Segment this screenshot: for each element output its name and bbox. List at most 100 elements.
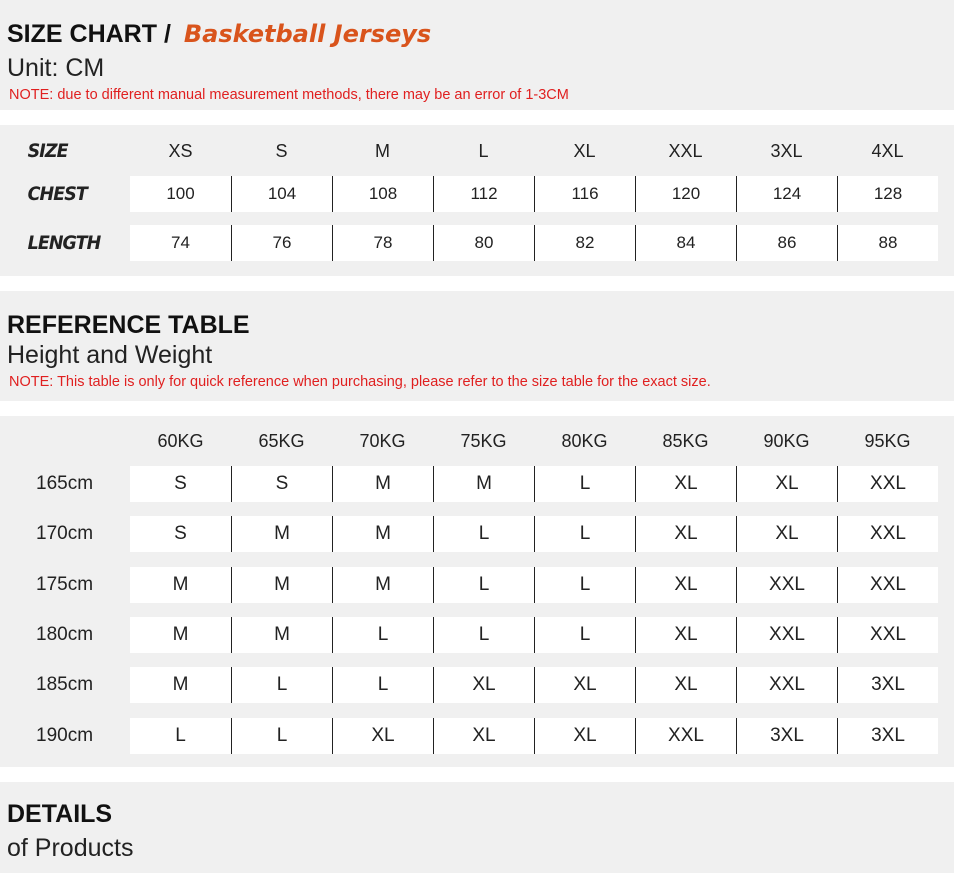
size-recommendation-cell: XXL	[837, 516, 938, 553]
reference-subtitle: Height and Weight	[7, 341, 213, 369]
height-label: 190cm	[36, 724, 94, 746]
measure-cell: 82	[534, 225, 635, 261]
size-recommendation-cell: XL	[433, 667, 534, 704]
weight-column-header: 60KG	[157, 431, 204, 451]
size-recommendation-cell: L	[534, 616, 635, 653]
weight-header-row: 60KG 65KG 70KG 75KG 80KG 85KG 90KG 95KG	[0, 423, 954, 459]
size-recommendation-cell: XXL	[736, 667, 837, 704]
size-recommendation-cell: M	[332, 466, 433, 502]
measure-cell: 74	[130, 225, 231, 261]
reference-note: NOTE: This table is only for quick refer…	[9, 374, 711, 390]
measure-label: CHEST	[27, 183, 88, 205]
size-recommendation-cell: S	[130, 466, 231, 502]
unit-label: Unit: CM	[7, 54, 105, 82]
size-recommendation-cell: XL	[534, 717, 635, 754]
size-header-row: SIZE XS S M L XL XXL 3XL 4XL	[0, 133, 954, 169]
measure-cell: 100	[130, 176, 231, 212]
size-column-header: XL	[573, 141, 596, 161]
weight-column-header: 65KG	[258, 431, 305, 451]
size-recommendation-cell: S	[130, 516, 231, 553]
height-label: 180cm	[36, 623, 94, 645]
size-column-header: XS	[168, 141, 193, 161]
size-recommendation-cell: M	[332, 516, 433, 553]
reference-table-panel: 60KG 65KG 70KG 75KG 80KG 85KG 90KG 95KG 165cm S S…	[0, 416, 954, 767]
weight-column-header: 90KG	[763, 431, 810, 451]
size-recommendation-cell: 3XL	[837, 667, 938, 704]
size-chart-header-panel: SIZE CHART / Basketball Jerseys Unit: CM…	[0, 0, 954, 110]
size-column-header: 4XL	[871, 141, 904, 161]
height-row: 165cm S S M M L XL XL XXL	[0, 466, 954, 502]
size-recommendation-cell: XL	[534, 667, 635, 704]
size-recommendation-cell: XL	[433, 717, 534, 754]
measure-label: LENGTH	[27, 232, 102, 254]
measure-cell: 124	[736, 176, 837, 212]
size-recommendation-cell: XXL	[837, 566, 938, 603]
size-recommendation-cell: M	[332, 566, 433, 603]
size-column-header: L	[478, 141, 489, 161]
size-recommendation-cell: M	[231, 516, 332, 553]
measure-cell: 80	[433, 225, 534, 261]
height-label: 165cm	[36, 473, 94, 494]
size-column-header: S	[275, 141, 288, 161]
height-row: 180cm M M L L L XL XXL XXL	[0, 616, 954, 653]
height-label: 170cm	[36, 523, 94, 545]
size-column-header: M	[375, 141, 390, 161]
measure-cell: 88	[837, 225, 938, 261]
measure-cell: 108	[332, 176, 433, 212]
size-recommendation-cell: M	[433, 466, 534, 502]
size-recommendation-cell: M	[231, 566, 332, 603]
size-recommendation-cell: XL	[736, 516, 837, 553]
weight-column-header: 80KG	[561, 431, 608, 451]
weight-column-header: 70KG	[359, 431, 406, 451]
measure-cell: 128	[837, 176, 938, 212]
size-recommendation-cell: XL	[635, 616, 736, 653]
details-title: DETAILS	[7, 800, 113, 828]
size-measure-row: CHEST 100 104 108 112 116 120 124 128	[0, 176, 954, 212]
size-recommendation-cell: XXL	[635, 717, 736, 754]
size-chart-table-panel: SIZE XS S M L XL XXL 3XL 4XL CHEST 100 104 108 112 1…	[0, 125, 954, 276]
size-recommendation-cell: XXL	[736, 616, 837, 653]
weight-column-header: 85KG	[662, 431, 709, 451]
product-name: Basketball Jerseys	[183, 20, 432, 48]
size-header-label: SIZE	[27, 140, 69, 162]
measure-cell: 120	[635, 176, 736, 212]
size-recommendation-cell: L	[433, 616, 534, 653]
size-column-header: XXL	[668, 141, 703, 161]
reference-header-panel: REFERENCE TABLE Height and Weight NOTE: …	[0, 291, 954, 401]
measure-cell: 84	[635, 225, 736, 261]
size-recommendation-cell: L	[231, 717, 332, 754]
size-recommendation-cell: L	[534, 516, 635, 553]
height-row: 170cm S M M L L XL XL XXL	[0, 516, 954, 553]
measure-cell: 116	[534, 176, 635, 212]
size-recommendation-cell: XXL	[837, 616, 938, 653]
measure-cell: 104	[231, 176, 332, 212]
size-recommendation-cell: L	[231, 667, 332, 704]
size-recommendation-cell: XL	[635, 466, 736, 502]
weight-column-header: 75KG	[460, 431, 507, 451]
size-recommendation-cell: XXL	[837, 466, 938, 502]
size-measure-row: LENGTH 74 76 78 80 82 84 86 88	[0, 225, 954, 261]
height-label: 175cm	[36, 573, 94, 595]
height-row: 190cm L L XL XL XL XXL 3XL 3XL	[0, 717, 954, 754]
size-recommendation-cell: XL	[635, 667, 736, 704]
measure-cell: 112	[433, 176, 534, 212]
title-slash: /	[163, 20, 171, 48]
size-recommendation-cell: L	[534, 466, 635, 502]
details-panel: DETAILS of Products	[0, 782, 954, 873]
size-chart-title: SIZE CHART / Basketball Jerseys	[7, 20, 431, 49]
size-recommendation-cell: L	[332, 616, 433, 653]
size-recommendation-cell: L	[433, 566, 534, 603]
size-recommendation-cell: M	[130, 667, 231, 704]
height-label: 185cm	[36, 674, 94, 696]
size-recommendation-cell: L	[534, 566, 635, 603]
size-recommendation-cell: L	[332, 667, 433, 704]
measure-cell: 78	[332, 225, 433, 261]
size-recommendation-cell: XXL	[736, 566, 837, 603]
size-chart-title-text: SIZE CHART	[7, 20, 157, 48]
size-column-header: 3XL	[770, 141, 803, 161]
size-recommendation-cell: XL	[736, 466, 837, 502]
size-recommendation-cell: 3XL	[736, 717, 837, 754]
size-recommendation-cell: M	[130, 616, 231, 653]
reference-title: REFERENCE TABLE	[7, 311, 250, 339]
size-recommendation-cell: L	[130, 717, 231, 754]
